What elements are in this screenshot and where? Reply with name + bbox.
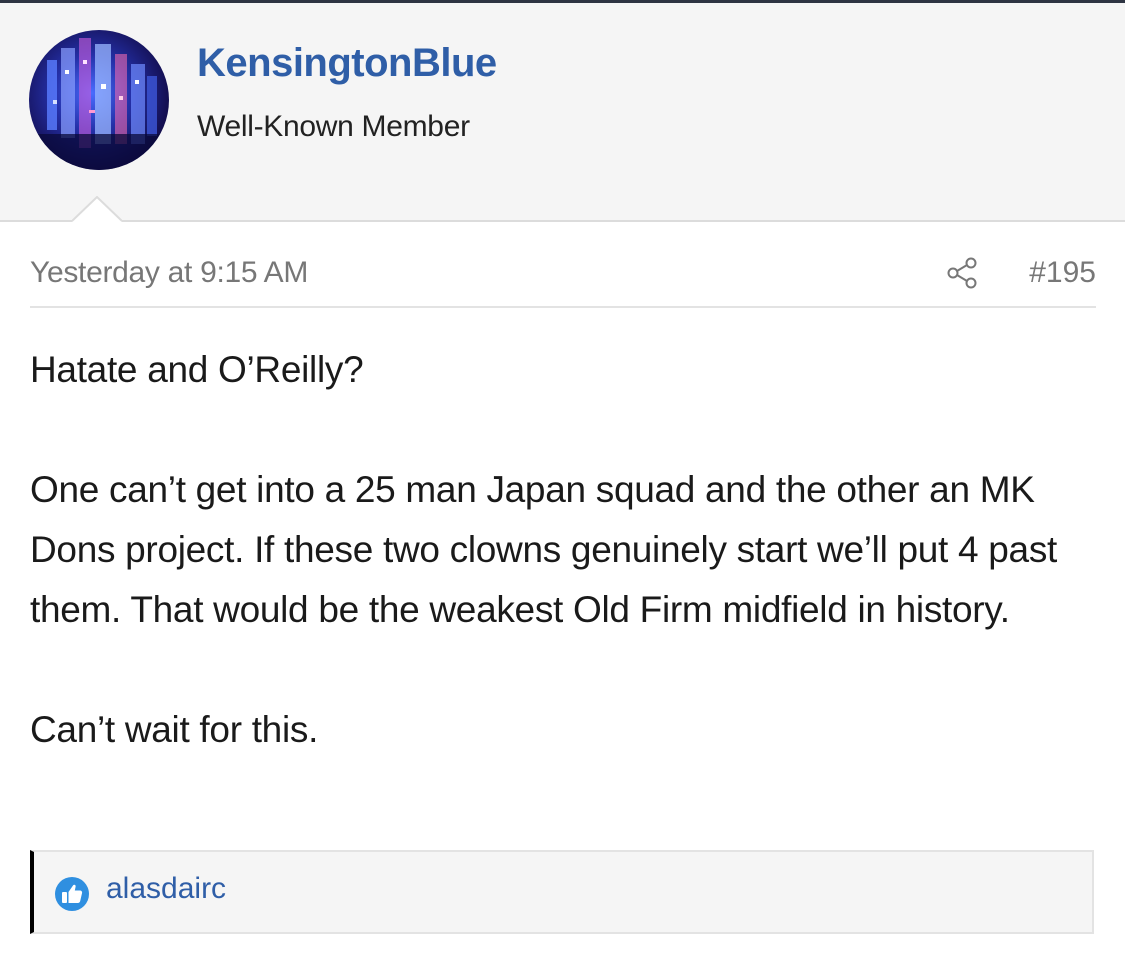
likes-bar: alasdairc: [30, 850, 1094, 934]
message-pointer: [72, 196, 122, 222]
post-meta: Yesterday at 9:15 AM #195: [30, 248, 1096, 308]
share-icon[interactable]: [945, 256, 979, 290]
post-date[interactable]: Yesterday at 9:15 AM: [30, 256, 308, 290]
thumbs-up-icon: [55, 877, 89, 911]
username[interactable]: KensingtonBlue: [197, 41, 497, 86]
post-paragraph: Hatate and O’Reilly?: [30, 349, 364, 390]
post-paragraph: Can’t wait for this.: [30, 709, 319, 750]
avatar-city-lights-icon: [29, 38, 169, 170]
post-paragraph: One can’t get into a 25 man Japan squad …: [30, 469, 1058, 630]
user-avatar[interactable]: [29, 30, 169, 170]
post-number[interactable]: #195: [1029, 256, 1096, 290]
user-header: KensingtonBlue Well-Known Member: [0, 3, 1125, 222]
user-title: Well-Known Member: [197, 110, 470, 143]
post-body: Hatate and O’Reilly? One can’t get into …: [30, 340, 1100, 820]
like-username[interactable]: alasdairc: [106, 872, 226, 906]
